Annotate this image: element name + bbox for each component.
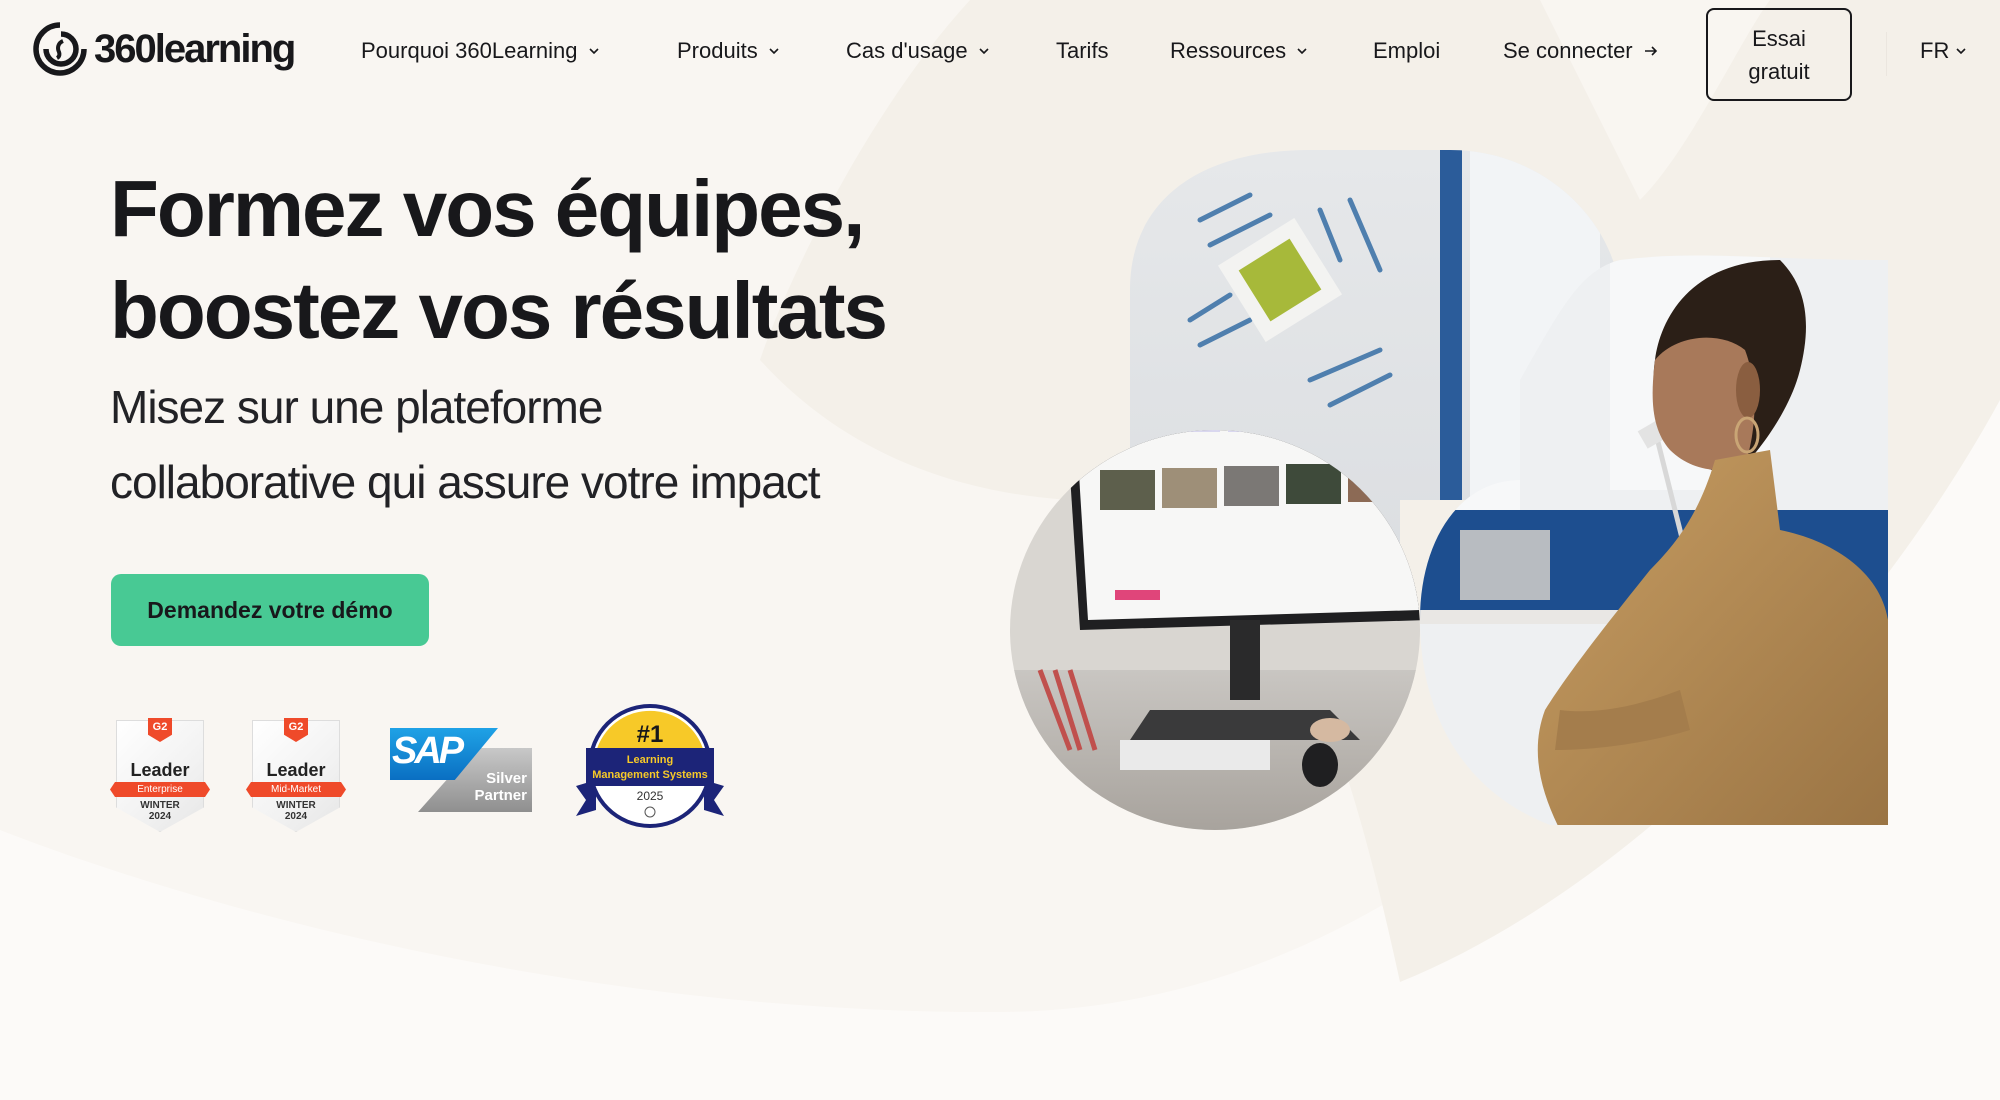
badge-season: WINTER bbox=[140, 800, 180, 811]
nav-item-pourquoi[interactable]: Pourquoi 360Learning bbox=[361, 38, 600, 64]
nav-item-ressources[interactable]: Ressources bbox=[1170, 38, 1308, 64]
chevron-down-icon bbox=[588, 48, 599, 55]
language-selector[interactable]: FR bbox=[1920, 38, 1967, 64]
lms-line2: Management Systems bbox=[592, 769, 708, 781]
logo[interactable]: 360learning bbox=[32, 20, 296, 78]
badge-title: Leader bbox=[130, 760, 190, 780]
login-link[interactable]: Se connecter bbox=[1503, 38, 1659, 64]
nav-item-cas-usage[interactable]: Cas d'usage bbox=[846, 38, 990, 64]
office-worker-image bbox=[1010, 150, 1888, 830]
hero-subtitle-line1: Misez sur une plateforme bbox=[110, 381, 603, 433]
hero-photo-collage bbox=[1000, 150, 1900, 830]
login-label: Se connecter bbox=[1503, 38, 1633, 63]
elearning-industry-badge: #1 Learning Management Systems 2025 bbox=[572, 700, 728, 832]
hero-title-line2: boostez vos résultats bbox=[110, 266, 888, 355]
badge-year: 2024 bbox=[284, 811, 308, 822]
badge-segment: Mid-Market bbox=[246, 782, 346, 797]
nav-item-emploi[interactable]: Emploi bbox=[1373, 38, 1440, 64]
badge-season: WINTER bbox=[276, 800, 316, 811]
logo-mark-icon bbox=[33, 22, 87, 76]
request-demo-button[interactable]: Demandez votre démo bbox=[111, 574, 429, 646]
nav-item-tarifs[interactable]: Tarifs bbox=[1056, 38, 1109, 64]
chevron-down-icon bbox=[979, 48, 989, 55]
nav-item-label: Emploi bbox=[1373, 38, 1441, 63]
free-trial-label: Essai gratuit bbox=[1748, 25, 1810, 84]
top-navigation: 360learning Pourquoi 360Learning Produit… bbox=[0, 0, 2000, 108]
badge-year: 2024 bbox=[148, 811, 172, 822]
language-label: FR bbox=[1920, 38, 1950, 63]
nav-item-label: Cas d'usage bbox=[846, 38, 968, 63]
badge-segment: Enterprise bbox=[110, 782, 210, 797]
arrow-right-icon bbox=[1644, 46, 1657, 56]
badge-title: Leader bbox=[266, 760, 326, 780]
hero-title-line1: Formez vos équipes, bbox=[110, 164, 865, 253]
nav-item-label: Pourquoi 360Learning bbox=[361, 38, 578, 63]
lms-rank: #1 bbox=[637, 721, 664, 748]
nav-item-label: Produits bbox=[677, 38, 758, 63]
nav-item-label: Ressources bbox=[1170, 38, 1287, 63]
lms-year: 2025 bbox=[637, 789, 664, 803]
g2-badge-enterprise: G2 Leader Enterprise WINTER 2024 bbox=[110, 710, 210, 836]
nav-divider bbox=[1886, 32, 1887, 76]
hero-subtitle-line2: collaborative qui assure votre impact bbox=[110, 456, 821, 508]
sap-silver-partner-badge: SAP Silver Partner bbox=[390, 728, 532, 812]
g2-badge-mid-market: G2 Leader Mid-Market WINTER 2024 bbox=[246, 710, 346, 836]
chevron-down-icon bbox=[1297, 48, 1307, 55]
hero-subtitle: Misez sur une plateforme collaborative q… bbox=[110, 370, 821, 520]
nav-item-label: Tarifs bbox=[1056, 38, 1109, 63]
nav-item-produits[interactable]: Produits bbox=[677, 38, 780, 64]
lms-line1: Learning bbox=[627, 754, 673, 766]
logo-text: 360learning bbox=[94, 26, 296, 71]
sap-partner-text: Silver Partner bbox=[474, 770, 527, 804]
chevron-down-icon bbox=[769, 48, 779, 55]
lms-award-icon: #1 Learning Management Systems 2025 bbox=[576, 704, 724, 828]
hero-title: Formez vos équipes, boostez vos résultat… bbox=[110, 158, 888, 362]
chevron-down-icon bbox=[1956, 48, 1966, 55]
free-trial-button[interactable]: Essai gratuit bbox=[1706, 8, 1852, 101]
